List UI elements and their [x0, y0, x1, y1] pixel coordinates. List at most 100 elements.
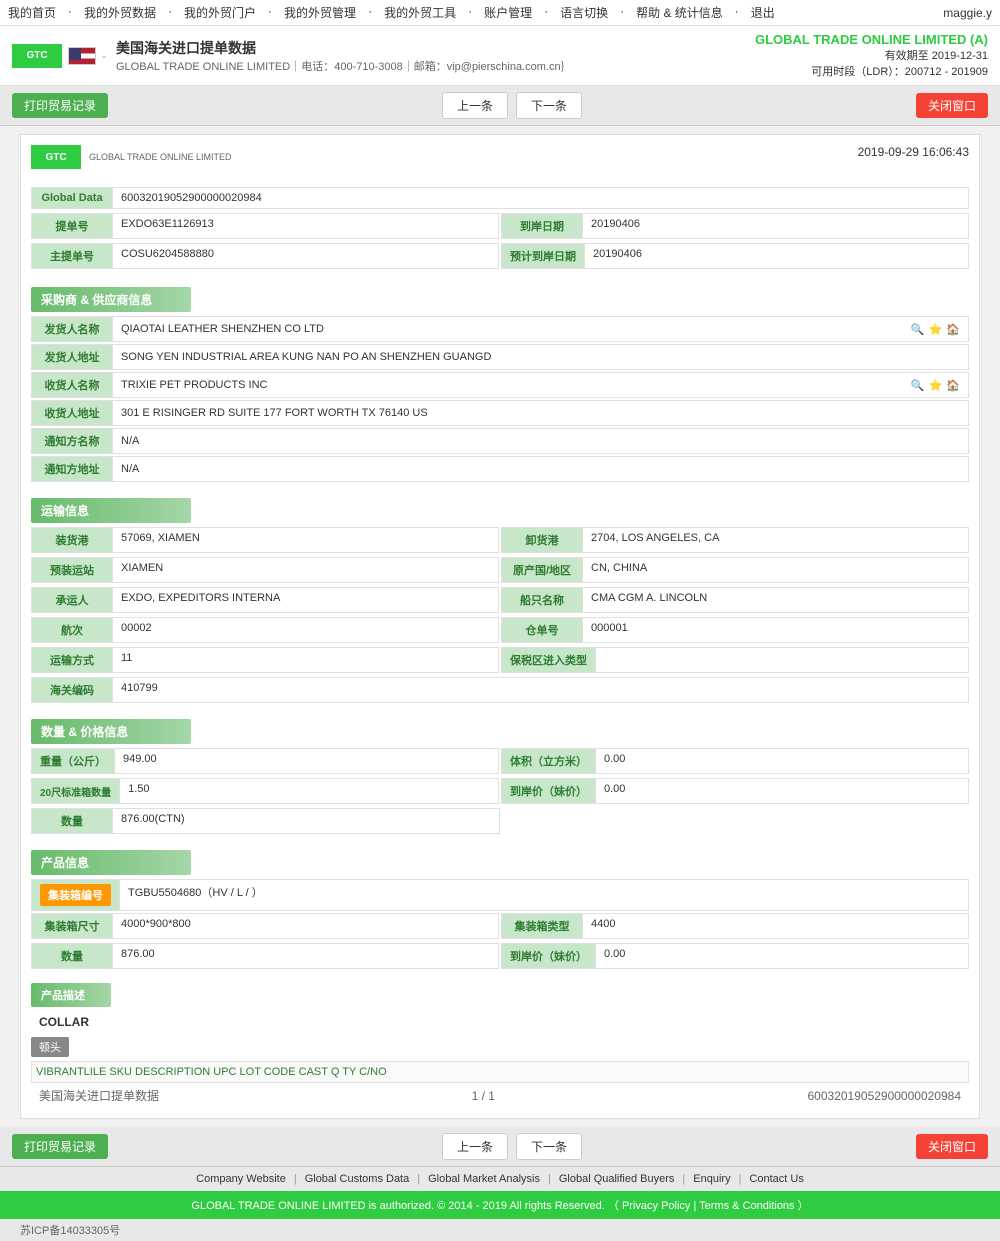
arrival-date-label: 到岸日期	[502, 214, 582, 238]
notify-addr-value: N/A	[112, 457, 968, 481]
footer-link-contact[interactable]: Contact Us	[749, 1173, 803, 1185]
global-data-row: Global Data 60032019052900000020984	[31, 187, 969, 209]
footer-link-buyers[interactable]: Global Qualified Buyers	[559, 1173, 675, 1185]
master-bill-value: COSU6204588880	[112, 244, 498, 268]
vessel-value: CMA CGM A. LINCOLN	[582, 588, 968, 612]
product-qty-value: 876.00	[112, 944, 498, 968]
bill-no-value: EXDO63E1126913	[112, 214, 498, 238]
container-no-label: 集装箱编号	[32, 880, 119, 910]
bill-row: 提单号 EXDO63E1126913 到岸日期 20190406	[31, 213, 969, 241]
product-desc-value: COLLAR	[31, 1011, 969, 1033]
shipper-star-icon[interactable]: ⭐	[929, 323, 943, 336]
voyage-label: 航次	[32, 618, 112, 642]
product-table-header: VIBRANTLILE SKU DESCRIPTION UPC LOT CODE…	[31, 1061, 969, 1083]
prev-button[interactable]: 上一条	[442, 92, 508, 119]
footer-link-website[interactable]: Company Website	[196, 1173, 286, 1185]
buyer-section: 采购商 & 供应商信息 发货人名称 QIAOTAI LEATHER SHENZH…	[31, 279, 969, 482]
product-desc-header: 产品描述	[31, 983, 111, 1007]
pre-ship-label: 预装运站	[32, 558, 112, 582]
consignee-addr-value: 301 E RISINGER RD SUITE 177 FORT WORTH T…	[112, 401, 968, 425]
bill-no-field: 提单号 EXDO63E1126913	[31, 213, 499, 239]
close-button[interactable]: 关闭窗口	[916, 93, 988, 118]
print-button[interactable]: 打印贸易记录	[12, 93, 108, 118]
doc-logo-company: GLOBAL TRADE ONLINE LIMITED	[89, 152, 232, 162]
transport-mode-value: 11	[112, 648, 498, 672]
voyage-field: 航次 00002	[31, 617, 499, 643]
weight-field: 重量（公斤） 949.00	[31, 748, 499, 774]
container-no-field: 集装箱编号 TGBU5504680（HV / L / ）	[31, 879, 969, 911]
nav-portal[interactable]: 我的外贸门户	[184, 4, 256, 21]
footer-link-customs[interactable]: Global Customs Data	[305, 1173, 410, 1185]
product-section: 产品信息 集装箱编号 TGBU5504680（HV / L / ） 集装箱尺寸 …	[31, 842, 969, 1083]
consignee-addr-field: 收货人地址 301 E RISINGER RD SUITE 177 FORT W…	[31, 400, 969, 426]
end-marker-wrapper: 顿头	[31, 1033, 969, 1061]
qty-field: 数量 876.00(CTN)	[31, 808, 500, 834]
nav-tools[interactable]: 我的外贸工具	[384, 4, 456, 21]
product-section-header: 产品信息	[31, 850, 191, 875]
dest-price-label: 到岸价（妹价）	[502, 779, 595, 803]
notify-name-label: 通知方名称	[32, 429, 112, 453]
doc-header: GTC GLOBAL TRADE ONLINE LIMITED 2019-09-…	[31, 145, 969, 177]
top-nav: 我的首页 · 我的外贸数据 · 我的外贸门户 · 我的外贸管理 · 我的外贸工具…	[0, 0, 1000, 26]
volume-field: 体积（立方米） 0.00	[501, 748, 969, 774]
header-title-area: 美国海关进口提单数据 GLOBAL TRADE ONLINE LIMITED｜电…	[116, 38, 572, 74]
notify-name-field: 通知方名称 N/A	[31, 428, 969, 454]
nav-home[interactable]: 我的首页	[8, 4, 56, 21]
nav-account[interactable]: 账户管理	[484, 4, 532, 21]
consignee-search-icon[interactable]: 🔍	[911, 379, 925, 392]
nav-language[interactable]: 语言切换	[560, 4, 608, 21]
container-size-value: 4000*900*800	[112, 914, 498, 938]
vessel-field: 船只名称 CMA CGM A. LINCOLN	[501, 587, 969, 613]
customs-label: 海关编码	[32, 678, 112, 702]
flag-icon	[68, 47, 96, 65]
consignee-star-icon[interactable]: ⭐	[929, 379, 943, 392]
product-price-value: 0.00	[595, 944, 968, 968]
valid-until: 有效期至 2019-12-31	[755, 47, 988, 63]
shipper-name-label: 发货人名称	[32, 317, 112, 341]
nav-manage[interactable]: 我的外贸管理	[284, 4, 356, 21]
nav-logout[interactable]: 退出	[751, 4, 775, 21]
footer-link-enquiry[interactable]: Enquiry	[693, 1173, 730, 1185]
next-button[interactable]: 下一条	[516, 92, 582, 119]
print-button-bottom[interactable]: 打印贸易记录	[12, 1134, 108, 1159]
country-value: CN, CHINA	[582, 558, 968, 582]
global-data-label: Global Data	[32, 188, 112, 208]
quantity-section: 数量 & 价格信息 重量（公斤） 949.00 体积（立方米） 0.00 20尺…	[31, 711, 969, 834]
dest-price-value: 0.00	[595, 779, 968, 803]
bill-no-label: 提单号	[32, 214, 112, 238]
nav-trade-data[interactable]: 我的外贸数据	[84, 4, 156, 21]
footer-links: Company Website | Global Customs Data | …	[0, 1167, 1000, 1191]
notify-addr-label: 通知方地址	[32, 457, 112, 481]
doc-datetime: 2019-09-29 16:06:43	[858, 145, 969, 159]
next-button-bottom[interactable]: 下一条	[516, 1133, 582, 1160]
container20-field: 20尺标准箱数量 1.50	[31, 778, 499, 804]
vessel-label: 船只名称	[502, 588, 582, 612]
consignee-home-icon[interactable]: 🏠	[946, 379, 960, 392]
customs-value: 410799	[112, 678, 968, 702]
warehouse-label: 仓单号	[502, 618, 582, 642]
warehouse-field: 仓单号 000001	[501, 617, 969, 643]
shipper-home-icon[interactable]: 🏠	[946, 323, 960, 336]
prev-button-bottom[interactable]: 上一条	[442, 1133, 508, 1160]
dest-port-value: 2704, LOS ANGELES, CA	[582, 528, 968, 552]
product-qty-label: 数量	[32, 944, 112, 968]
product-price-label: 到岸价（妹价）	[502, 944, 595, 968]
consignee-name-label: 收货人名称	[32, 373, 112, 397]
nav-help[interactable]: 帮助 & 统计信息	[636, 4, 723, 21]
nav-sep7: ·	[620, 4, 624, 21]
product-price-field: 到岸价（妹价） 0.00	[501, 943, 969, 969]
origin-port-value: 57069, XIAMEN	[112, 528, 498, 552]
shipper-addr-value: SONG YEN INDUSTRIAL AREA KUNG NAN PO AN …	[112, 345, 968, 369]
nav-sep3: ·	[268, 4, 272, 21]
logo-image: GTC	[12, 44, 62, 68]
footer-link-market[interactable]: Global Market Analysis	[428, 1173, 540, 1185]
bonded-label: 保税区进入类型	[502, 648, 595, 672]
shipper-search-icon[interactable]: 🔍	[911, 323, 925, 336]
product-desc-section: 产品描述 COLLAR 顿头	[31, 975, 969, 1061]
country-field: 原产国/地区 CN, CHINA	[501, 557, 969, 583]
close-button-bottom[interactable]: 关闭窗口	[916, 1134, 988, 1159]
container-no-value: TGBU5504680（HV / L / ）	[119, 880, 968, 910]
transport-section: 运输信息 装货港 57069, XIAMEN 卸货港 2704, LOS ANG…	[31, 490, 969, 703]
master-bill-field: 主提单号 COSU6204588880	[31, 243, 499, 269]
pagination-row: 美国海关进口提单数据 1 / 1 60032019052900000020984	[31, 1083, 969, 1108]
